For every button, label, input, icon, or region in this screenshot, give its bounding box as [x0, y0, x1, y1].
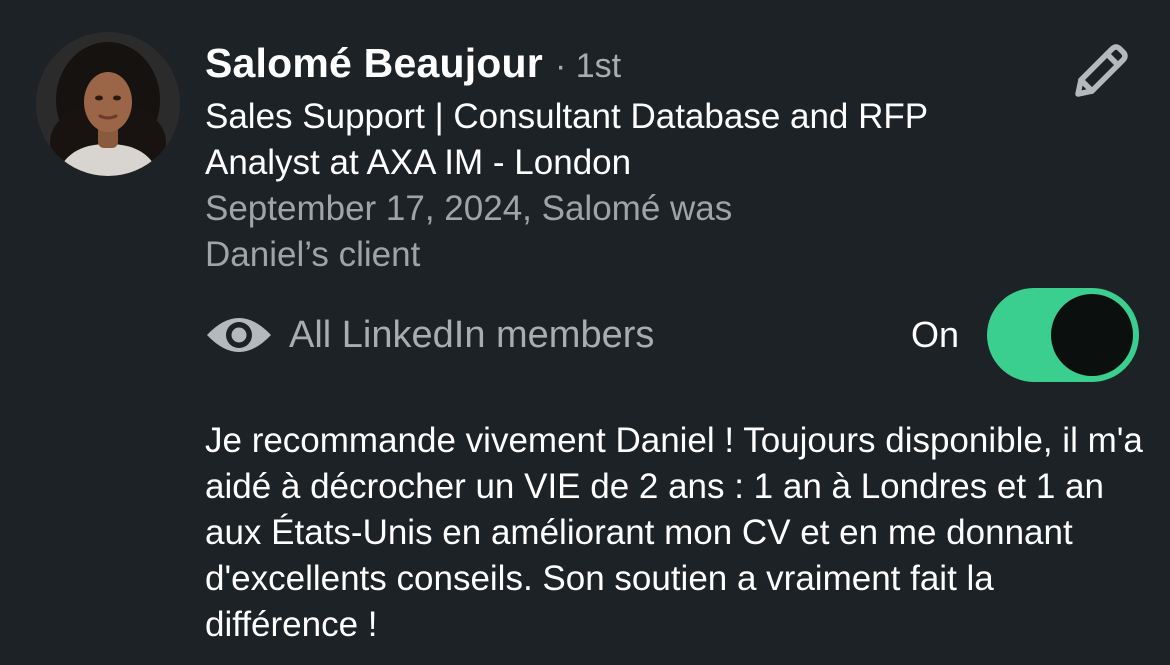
toggle-knob[interactable] [1051, 294, 1133, 376]
recommendation-header: Salomé Beaujour · 1st Sales Support | Co… [205, 40, 1025, 278]
connection-degree: · 1st [554, 47, 622, 85]
visibility-toggle[interactable] [987, 288, 1139, 382]
visibility-row: All LinkedIn members On [205, 288, 1140, 382]
recommendation-meta: September 17, 2024, Salomé was Daniel’s … [205, 189, 733, 274]
profile-photo [36, 32, 180, 176]
eye-icon [205, 313, 273, 357]
recommendation-text: Je recommande vivement Daniel ! Toujours… [205, 421, 1143, 644]
name-line: Salomé Beaujour · 1st [205, 40, 1025, 94]
recommender-headline: Sales Support | Consultant Database and … [205, 97, 928, 182]
pencil-icon [1075, 44, 1128, 97]
toggle-state-label: On [911, 314, 960, 355]
avatar[interactable] [36, 32, 180, 176]
visibility-label: All LinkedIn members [289, 314, 655, 356]
edit-button[interactable] [1062, 34, 1138, 110]
recommender-name[interactable]: Salomé Beaujour [205, 40, 543, 87]
